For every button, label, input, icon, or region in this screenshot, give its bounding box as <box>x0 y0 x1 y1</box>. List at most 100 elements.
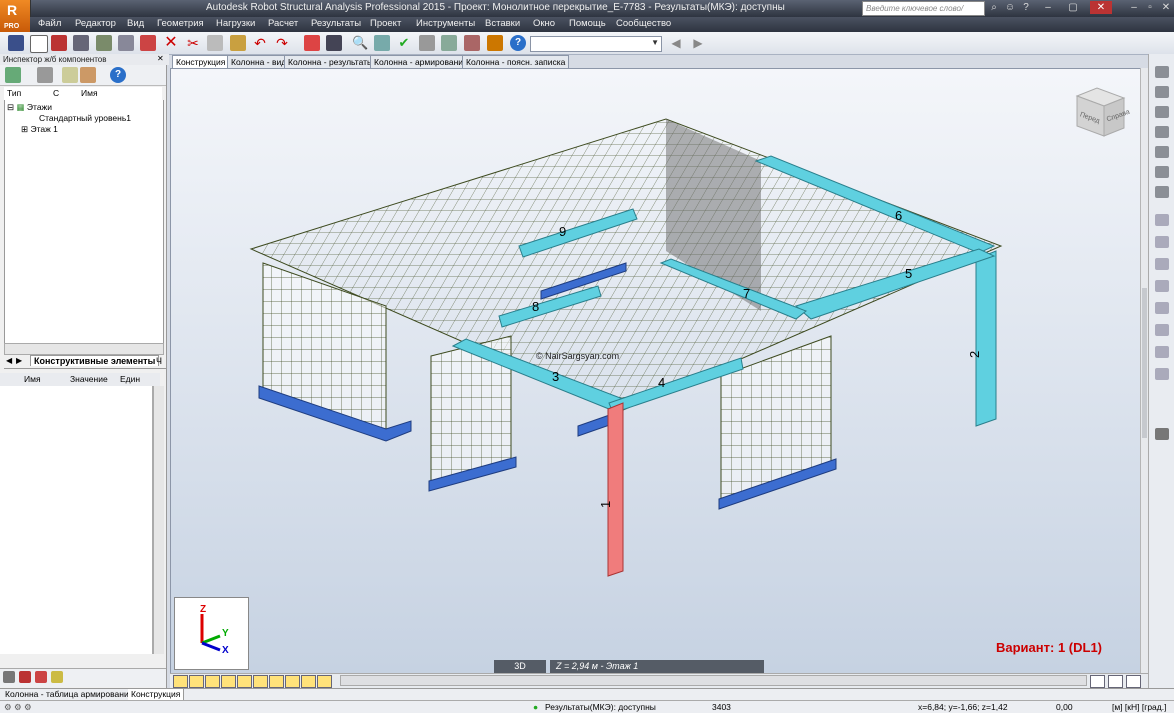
delete-icon[interactable]: ✕ <box>163 35 179 51</box>
tab-column-note[interactable]: Колонна - поясн. записка <box>462 55 570 68</box>
structure-model[interactable]: 1 2 3 4 5 6 7 8 9 © NairSargsyan.com <box>171 69 1141 674</box>
help-icon[interactable]: ? <box>1018 1 1034 14</box>
column-name[interactable]: Имя <box>81 88 98 98</box>
tree-horizontal-scrollbar[interactable] <box>4 343 164 355</box>
collapse-icon[interactable]: ⊟ <box>7 102 14 112</box>
menu-analysis[interactable]: Расчет <box>268 18 298 29</box>
offset-tool-icon[interactable] <box>1155 258 1169 270</box>
view-mode-a-icon[interactable] <box>1090 675 1105 688</box>
filter-icon[interactable] <box>62 67 78 83</box>
panel-tool-icon[interactable] <box>1155 126 1169 138</box>
tab-column-results[interactable]: Колонна - результаты <box>284 55 378 68</box>
edit-icon[interactable] <box>51 671 63 683</box>
copy-icon[interactable] <box>207 35 223 51</box>
close-button[interactable]: ✕ <box>1090 1 1112 14</box>
zoom-icon[interactable]: 🔍 <box>352 35 368 51</box>
minimize-button[interactable]: – <box>1040 1 1056 14</box>
viewcube[interactable]: Перед Справа <box>1072 86 1131 138</box>
view-tool-5-icon[interactable] <box>237 675 252 688</box>
beam-tool-icon[interactable] <box>1155 166 1169 178</box>
tree-item-floors[interactable]: ⊟ ▦ Этажи <box>7 102 52 113</box>
app-logo[interactable]: R PRO <box>0 0 31 32</box>
maximize-button[interactable]: ▢ <box>1065 1 1081 14</box>
menu-project[interactable]: Проект <box>370 18 401 29</box>
menu-community[interactable]: Сообщество <box>616 18 671 29</box>
load-tool-icon[interactable] <box>1155 280 1169 292</box>
section-tool-icon[interactable] <box>1155 214 1169 226</box>
node-tool-icon[interactable] <box>1155 186 1169 198</box>
cut-icon[interactable]: ✂ <box>185 35 201 51</box>
redo-icon[interactable]: ↷ <box>274 35 290 51</box>
clear-filter-icon[interactable] <box>80 67 96 83</box>
view-tool-6-icon[interactable] <box>253 675 268 688</box>
zoom-all-icon[interactable] <box>374 35 390 51</box>
properties-scrollbar[interactable] <box>153 386 164 654</box>
menu-view[interactable]: Вид <box>127 18 144 29</box>
tab-structure-bottom[interactable]: Конструкция <box>128 689 185 700</box>
tab-scroll-left-icon[interactable]: ◀ <box>6 356 12 365</box>
view-mode-button[interactable]: 3D <box>494 660 546 673</box>
status-tools-icon[interactable]: ⚙ ⚙ ⚙ <box>4 702 32 713</box>
support-tool-icon[interactable] <box>1155 146 1169 158</box>
search-icon[interactable]: ⌕ <box>986 1 1002 14</box>
user-icon[interactable]: ☺ <box>1002 1 1018 14</box>
tab-structure[interactable]: Конструкция <box>172 55 230 68</box>
mesh-tool-icon[interactable] <box>1155 302 1169 314</box>
menu-edit[interactable]: Редактор <box>75 18 116 29</box>
menu-geometry[interactable]: Геометрия <box>157 18 204 29</box>
print-preview-icon[interactable] <box>96 35 112 51</box>
print-icon[interactable] <box>73 35 89 51</box>
menu-loads[interactable]: Нагрузки <box>216 18 255 29</box>
tab-reinforcement-table[interactable]: Колонна - таблица армирования <box>2 689 138 700</box>
prop-column-value[interactable]: Значение <box>70 374 108 384</box>
expand-icon[interactable]: ⊞ <box>21 124 28 134</box>
tree-item-standard-level[interactable]: Стандартный уровень1 <box>39 113 131 123</box>
spring-tool-icon[interactable] <box>1155 368 1169 380</box>
wall-tool-icon[interactable] <box>1155 106 1169 118</box>
doc-minimize-button[interactable]: – <box>1126 1 1142 14</box>
view-tool-10-icon[interactable] <box>317 675 332 688</box>
table-icon[interactable] <box>304 35 320 51</box>
help-icon[interactable]: ? <box>510 35 526 51</box>
new-file-icon[interactable] <box>30 35 48 53</box>
color-icon[interactable] <box>19 671 31 683</box>
column-c[interactable]: С <box>53 88 59 98</box>
doc-close-button[interactable]: ✕ <box>1158 1 1174 14</box>
inspector-help-icon[interactable]: ? <box>110 67 126 83</box>
tab-scroll-right-icon[interactable]: ▶ <box>16 356 22 365</box>
help-search-input[interactable]: Введите ключевое слово/фразу <box>862 1 985 26</box>
paste-icon[interactable] <box>230 35 246 51</box>
view-tool-9-icon[interactable] <box>301 675 316 688</box>
view-mode-b-icon[interactable] <box>1108 675 1123 688</box>
display-icon[interactable] <box>441 35 457 51</box>
doc-restore-button[interactable]: ▫ <box>1142 1 1158 14</box>
scroll-thumb[interactable] <box>1142 288 1147 438</box>
view-mode-c-icon[interactable] <box>1126 675 1141 688</box>
tree-item-floor-1[interactable]: ⊞ Этаж 1 <box>21 124 58 135</box>
view-tool-1-icon[interactable] <box>173 675 188 688</box>
prop-column-name[interactable]: Имя <box>24 374 41 384</box>
print-setup-icon[interactable] <box>118 35 134 51</box>
inspector-tool-icon[interactable] <box>37 67 53 83</box>
tab-column-reinforcement[interactable]: Колонна - армирование <box>370 55 472 68</box>
release-tool-icon[interactable] <box>1155 236 1169 248</box>
bar-tool-icon[interactable] <box>1155 66 1169 78</box>
preferences-icon[interactable] <box>487 35 503 51</box>
view-tool-3-icon[interactable] <box>205 675 220 688</box>
view-tool-7-icon[interactable] <box>269 675 284 688</box>
profile-tool-icon[interactable] <box>1155 346 1169 358</box>
calc-tool-icon[interactable] <box>1155 428 1169 440</box>
selection-combo[interactable]: ▼ <box>530 36 662 52</box>
dimension-tool-icon[interactable] <box>1155 324 1169 336</box>
menu-window[interactable]: Окно <box>533 18 555 29</box>
inspector-close-icon[interactable]: ✕ <box>157 54 164 63</box>
view-tool-8-icon[interactable] <box>285 675 300 688</box>
column-type[interactable]: Тип <box>7 88 21 98</box>
tab-other[interactable]: Ч <box>156 356 162 366</box>
slab-tool-icon[interactable] <box>1155 86 1169 98</box>
menu-file[interactable]: Файл <box>38 18 61 29</box>
undo-icon[interactable]: ↶ <box>252 35 268 51</box>
tab-column-view[interactable]: Колонна - вид <box>227 55 291 68</box>
menu-help[interactable]: Помощь <box>569 18 606 29</box>
menu-addins[interactable]: Вставки <box>485 18 520 29</box>
